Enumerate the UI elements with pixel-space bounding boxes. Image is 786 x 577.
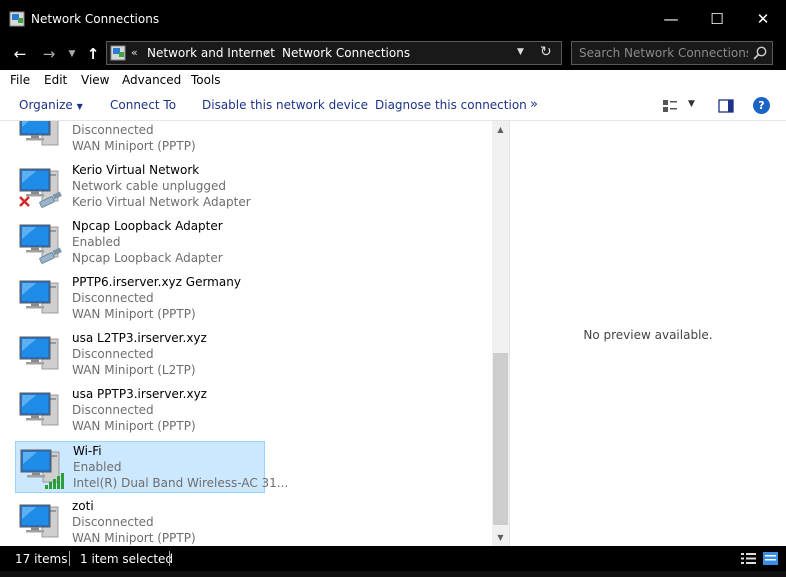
connection-item[interactable]: Disconnected WAN Miniport (PPTP) <box>15 121 265 157</box>
refresh-icon[interactable]: ↻ <box>540 44 552 60</box>
connection-item[interactable]: zoti Disconnected WAN Miniport (PPTP) <box>15 497 265 546</box>
network-adapter-icon <box>19 392 59 426</box>
minimize-button[interactable]: — <box>648 0 694 38</box>
connections-list: Disconnected WAN Miniport (PPTP) Kerio Vir… <box>0 121 492 546</box>
scroll-thumb[interactable] <box>493 353 508 525</box>
connection-status: Enabled <box>73 460 122 474</box>
window-bottom-edge <box>0 571 786 577</box>
breadcrumb-network-and-internet[interactable]: Network and Internet <box>147 46 275 60</box>
organize-button[interactable]: Organize ▼ <box>19 98 83 112</box>
network-adapter-icon <box>19 280 59 314</box>
connection-status: Enabled <box>72 235 121 249</box>
menu-edit[interactable]: Edit <box>44 73 67 87</box>
help-icon[interactable]: ? <box>753 97 770 114</box>
view-options-dropdown-icon[interactable]: ▼ <box>688 99 695 109</box>
diagnose-connection-button[interactable]: Diagnose this connection <box>375 98 527 112</box>
scroll-up-arrow-icon[interactable]: ▲ <box>492 121 509 138</box>
network-connections-icon <box>9 11 25 27</box>
address-bar[interactable]: « Network and Internet › Network Connect… <box>106 41 562 65</box>
connection-name: Npcap Loopback Adapter <box>72 219 223 233</box>
content-area: Disconnected WAN Miniport (PPTP) Kerio Vir… <box>0 121 786 546</box>
connection-name: zoti <box>72 499 94 513</box>
status-bar: 17 items 1 item selected <box>0 546 786 571</box>
connection-item[interactable]: Wi-Fi Enabled Intel(R) Dual Band Wireless-… <box>15 441 288 493</box>
organize-label: Organize <box>19 98 73 112</box>
menu-tools[interactable]: Tools <box>191 73 221 87</box>
menu-view[interactable]: View <box>81 73 109 87</box>
connection-device: WAN Miniport (PPTP) <box>72 419 196 433</box>
network-folder-icon <box>110 45 126 61</box>
connection-name: Wi-Fi <box>73 444 102 458</box>
connection-device: Kerio Virtual Network Adapter <box>72 195 251 209</box>
preview-pane: No preview available. <box>510 121 786 546</box>
more-commands-chevron-icon[interactable]: » <box>530 97 538 112</box>
connection-status: Network cable unplugged <box>72 179 227 193</box>
network-adapter-icon <box>19 121 59 146</box>
breadcrumb-separator-icon[interactable]: › <box>265 46 269 59</box>
preview-pane-icon[interactable] <box>718 99 734 113</box>
back-arrow-icon[interactable]: ← <box>9 42 31 66</box>
large-icons-view-icon[interactable] <box>763 552 778 565</box>
change-view-icon[interactable] <box>662 99 678 113</box>
address-dropdown-icon[interactable]: ▼ <box>517 47 524 57</box>
connection-device: WAN Miniport (PPTP) <box>72 531 196 545</box>
network-adapter-icon <box>19 504 59 538</box>
vertical-scrollbar[interactable]: ▲ ▼ <box>492 121 509 546</box>
search-input[interactable] <box>572 42 748 64</box>
scroll-down-arrow-icon[interactable]: ▼ <box>492 529 509 546</box>
menu-file[interactable]: File <box>10 73 30 87</box>
menu-bar: File Edit View Advanced Tools <box>0 70 786 92</box>
status-divider <box>69 551 70 566</box>
connection-item[interactable]: usa PPTP3.irserver.xyz Disconnected WAN Mi… <box>15 385 265 437</box>
selection-count: 1 item selected <box>80 552 174 566</box>
connection-name: PPTP6.irserver.xyz Germany <box>72 275 241 289</box>
connection-device: Intel(R) Dual Band Wireless-AC 31... <box>73 476 289 490</box>
connection-device: WAN Miniport (PPTP) <box>72 307 196 321</box>
window-title: Network Connections <box>31 12 160 26</box>
connection-status: Disconnected <box>72 515 154 529</box>
overflow-chevron-icon[interactable]: « <box>131 46 138 59</box>
connection-status: Disconnected <box>72 291 154 305</box>
organize-dropdown-icon: ▼ <box>76 102 83 111</box>
network-adapter-icon <box>20 449 64 489</box>
connection-device: WAN Miniport (L2TP) <box>72 363 196 377</box>
preview-message: No preview available. <box>583 328 713 342</box>
breadcrumb-network-connections[interactable]: Network Connections <box>282 46 410 60</box>
status-divider <box>169 551 170 566</box>
connection-status: Disconnected <box>72 347 154 361</box>
title-bar: Network Connections — ☐ ✕ <box>0 0 786 38</box>
forward-arrow-icon[interactable]: → <box>38 42 60 66</box>
disable-device-button[interactable]: Disable this network device <box>202 98 368 112</box>
connection-status: Disconnected <box>72 123 154 137</box>
disconnected-x-icon <box>19 196 30 207</box>
connection-name: usa PPTP3.irserver.xyz <box>72 387 207 401</box>
up-arrow-icon[interactable]: ↑ <box>83 42 103 66</box>
search-box[interactable] <box>571 41 773 65</box>
recent-locations-chevron-icon[interactable]: ▼ <box>66 42 78 66</box>
connection-device: Npcap Loopback Adapter <box>72 251 223 265</box>
command-bar: Organize ▼ Connect To Disable this netwo… <box>0 92 786 121</box>
connection-name: Kerio Virtual Network <box>72 163 200 177</box>
connection-item[interactable]: Npcap Loopback Adapter Enabled Npcap Loopb… <box>15 217 265 269</box>
connection-name: usa L2TP3.irserver.xyz <box>72 331 207 345</box>
connection-item[interactable]: PPTP6.irserver.xyz Germany Disconnected WA… <box>15 273 265 325</box>
connection-device: WAN Miniport (PPTP) <box>72 139 196 153</box>
menu-advanced[interactable]: Advanced <box>122 73 181 87</box>
search-icon[interactable] <box>752 45 768 61</box>
connection-item[interactable]: usa L2TP3.irserver.xyz Disconnected WAN Mi… <box>15 329 265 381</box>
network-adapter-icon <box>19 336 59 370</box>
network-adapter-icon <box>19 224 62 264</box>
connection-status: Disconnected <box>72 403 154 417</box>
maximize-button[interactable]: ☐ <box>694 0 740 38</box>
connection-item[interactable]: Kerio Virtual Network Network cable unplu… <box>15 161 265 213</box>
network-adapter-icon <box>19 168 62 208</box>
navigation-bar: ← → ▼ ↑ « Network and Internet › Network… <box>0 38 786 70</box>
details-view-icon[interactable] <box>741 552 756 565</box>
connect-to-button[interactable]: Connect To <box>110 98 176 112</box>
item-count: 17 items <box>15 552 68 566</box>
close-button[interactable]: ✕ <box>740 0 786 38</box>
